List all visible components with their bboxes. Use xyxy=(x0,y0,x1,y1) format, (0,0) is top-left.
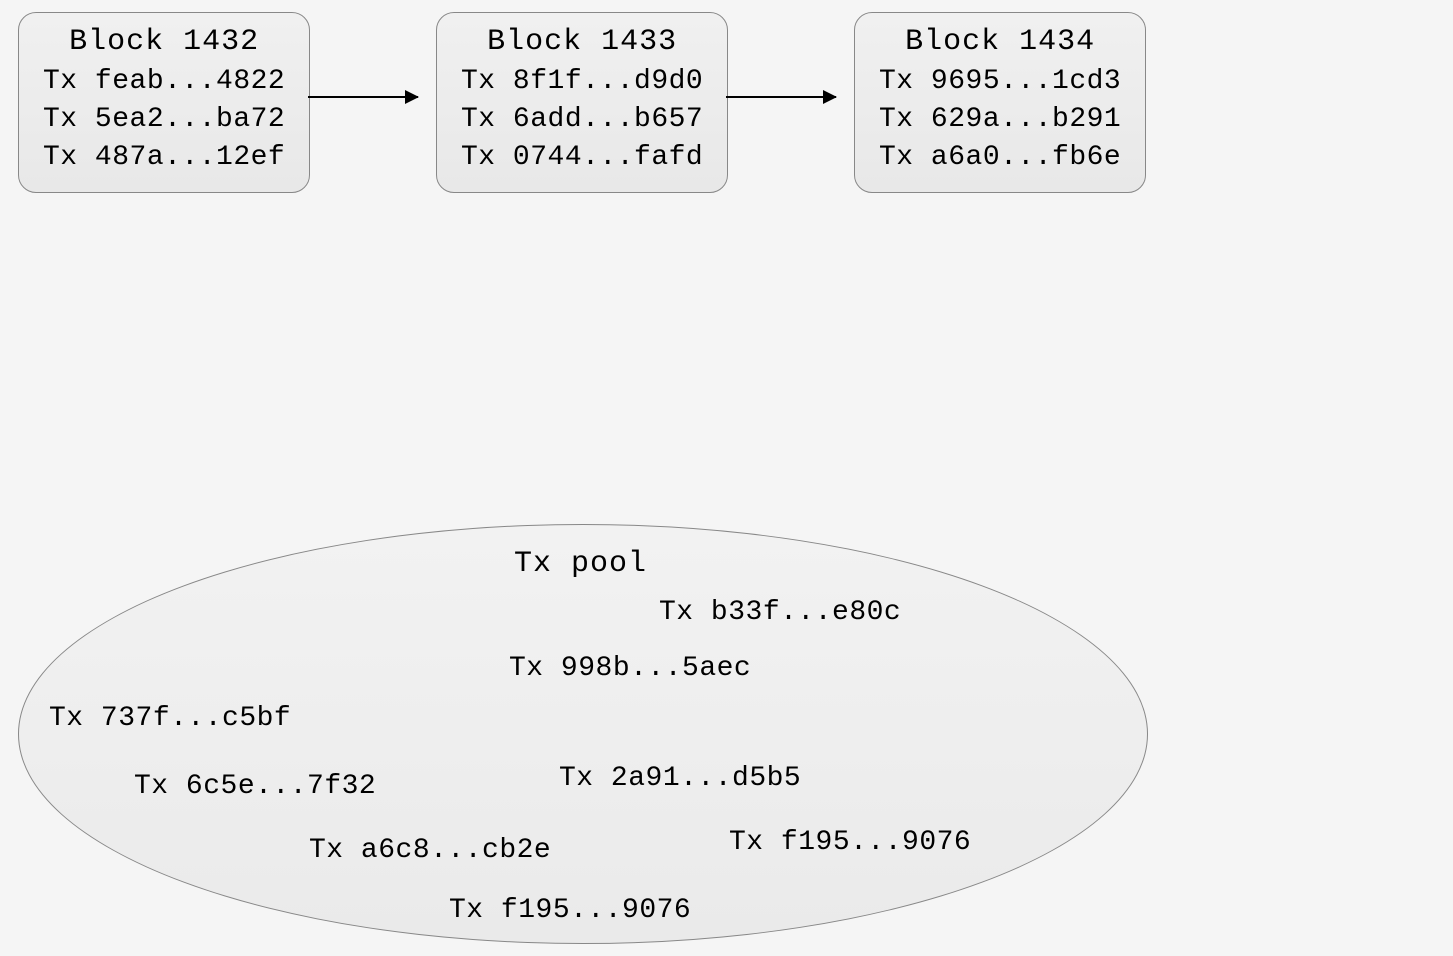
block-title: Block 1432 xyxy=(43,25,285,59)
block-tx: Tx 6add...b657 xyxy=(461,101,703,139)
block-tx: Tx feab...4822 xyxy=(43,63,285,101)
block-1432: Block 1432 Tx feab...4822 Tx 5ea2...ba72… xyxy=(18,12,310,193)
block-tx: Tx 0744...fafd xyxy=(461,139,703,177)
pool-tx: Tx 998b...5aec xyxy=(509,653,751,684)
tx-pool-title: Tx pool xyxy=(514,547,647,581)
arrow-icon xyxy=(308,96,418,98)
block-tx: Tx 5ea2...ba72 xyxy=(43,101,285,139)
pool-tx: Tx f195...9076 xyxy=(449,895,691,926)
pool-tx: Tx 2a91...d5b5 xyxy=(559,763,801,794)
block-tx: Tx 629a...b291 xyxy=(879,101,1121,139)
pool-tx: Tx 6c5e...7f32 xyxy=(134,771,376,802)
block-tx: Tx a6a0...fb6e xyxy=(879,139,1121,177)
block-tx: Tx 9695...1cd3 xyxy=(879,63,1121,101)
block-title: Block 1433 xyxy=(461,25,703,59)
tx-pool: Tx pool Tx b33f...e80c Tx 998b...5aec Tx… xyxy=(18,524,1148,944)
pool-tx: Tx a6c8...cb2e xyxy=(309,835,551,866)
block-1433: Block 1433 Tx 8f1f...d9d0 Tx 6add...b657… xyxy=(436,12,728,193)
pool-tx: Tx f195...9076 xyxy=(729,827,971,858)
block-tx: Tx 8f1f...d9d0 xyxy=(461,63,703,101)
block-title: Block 1434 xyxy=(879,25,1121,59)
block-tx: Tx 487a...12ef xyxy=(43,139,285,177)
block-1434: Block 1434 Tx 9695...1cd3 Tx 629a...b291… xyxy=(854,12,1146,193)
pool-tx: Tx 737f...c5bf xyxy=(49,703,291,734)
pool-tx: Tx b33f...e80c xyxy=(659,597,901,628)
arrow-icon xyxy=(726,96,836,98)
